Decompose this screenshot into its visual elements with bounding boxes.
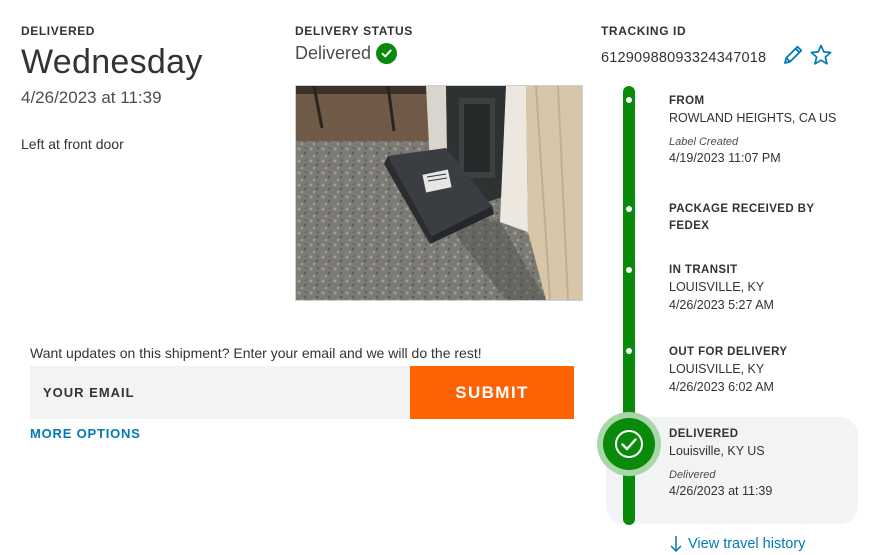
event-location: Louisville, KY US (669, 444, 765, 458)
timeline-event-in-transit: IN TRANSIT LOUISVILLE, KY 4/26/2023 5:27… (669, 262, 774, 312)
event-location: LOUISVILLE, KY (669, 362, 765, 376)
view-travel-history-label: View travel history (688, 536, 806, 552)
delivered-datetime: 4/26/2023 at 11:39 (21, 88, 162, 107)
event-title: FROM (669, 95, 705, 107)
event-datetime: 4/26/2023 6:02 AM (669, 380, 774, 394)
email-updates-prompt: Want updates on this shipment? Enter you… (30, 345, 482, 361)
tracking-id-label: TRACKING ID (601, 24, 687, 38)
event-datetime: 4/26/2023 5:27 AM (669, 298, 774, 312)
timeline-dot (626, 206, 632, 212)
proof-of-delivery-photo[interactable] (295, 85, 583, 301)
email-field-container (30, 366, 410, 419)
event-datetime: 4/26/2023 at 11:39 (669, 484, 773, 498)
star-outline-icon[interactable] (809, 43, 833, 67)
pencil-icon[interactable] (781, 43, 805, 67)
event-title-line2: FEDEX (669, 220, 710, 232)
timeline-event-out-for-delivery: OUT FOR DELIVERY LOUISVILLE, KY 4/26/202… (669, 344, 787, 394)
timeline-dot (626, 97, 632, 103)
submit-button[interactable]: SUBMIT (410, 366, 574, 419)
event-title: IN TRANSIT (669, 264, 738, 276)
delivered-check-icon (597, 412, 661, 476)
delivered-label: DELIVERED (21, 24, 96, 38)
event-location: ROWLAND HEIGHTS, CA US (669, 111, 837, 125)
delivery-note: Left at front door (21, 136, 124, 152)
delivered-day: Wednesday (21, 43, 203, 81)
event-datetime: 4/19/2023 11:07 PM (669, 151, 781, 165)
timeline-dot (626, 348, 632, 354)
view-travel-history-link[interactable]: View travel history (669, 535, 805, 553)
delivery-status-value: Delivered (295, 43, 372, 63)
event-status: Delivered (669, 469, 716, 481)
timeline-event-received: PACKAGE RECEIVED BY FEDEX (669, 201, 814, 235)
arrow-down-icon (669, 535, 683, 553)
more-options-link[interactable]: MORE OPTIONS (30, 426, 141, 441)
delivery-status: Delivered (295, 43, 398, 64)
tracking-id-value: 612909880933243470​18 (601, 50, 767, 66)
event-status: Label Created (669, 136, 739, 148)
event-title: OUT FOR DELIVERY (669, 346, 788, 358)
delivery-status-label: DELIVERY STATUS (295, 24, 413, 38)
timeline-event-delivered: DELIVERED Louisville, KY US Delivered 4/… (669, 426, 772, 498)
event-title: DELIVERED (669, 428, 739, 440)
timeline-event-from: FROM ROWLAND HEIGHTS, CA US Label Create… (669, 93, 836, 165)
event-title: PACKAGE RECEIVED BY (669, 203, 815, 215)
email-field[interactable] (30, 366, 410, 419)
timeline-dot (626, 267, 632, 273)
check-circle-icon (376, 43, 398, 64)
event-location: LOUISVILLE, KY (669, 280, 765, 294)
